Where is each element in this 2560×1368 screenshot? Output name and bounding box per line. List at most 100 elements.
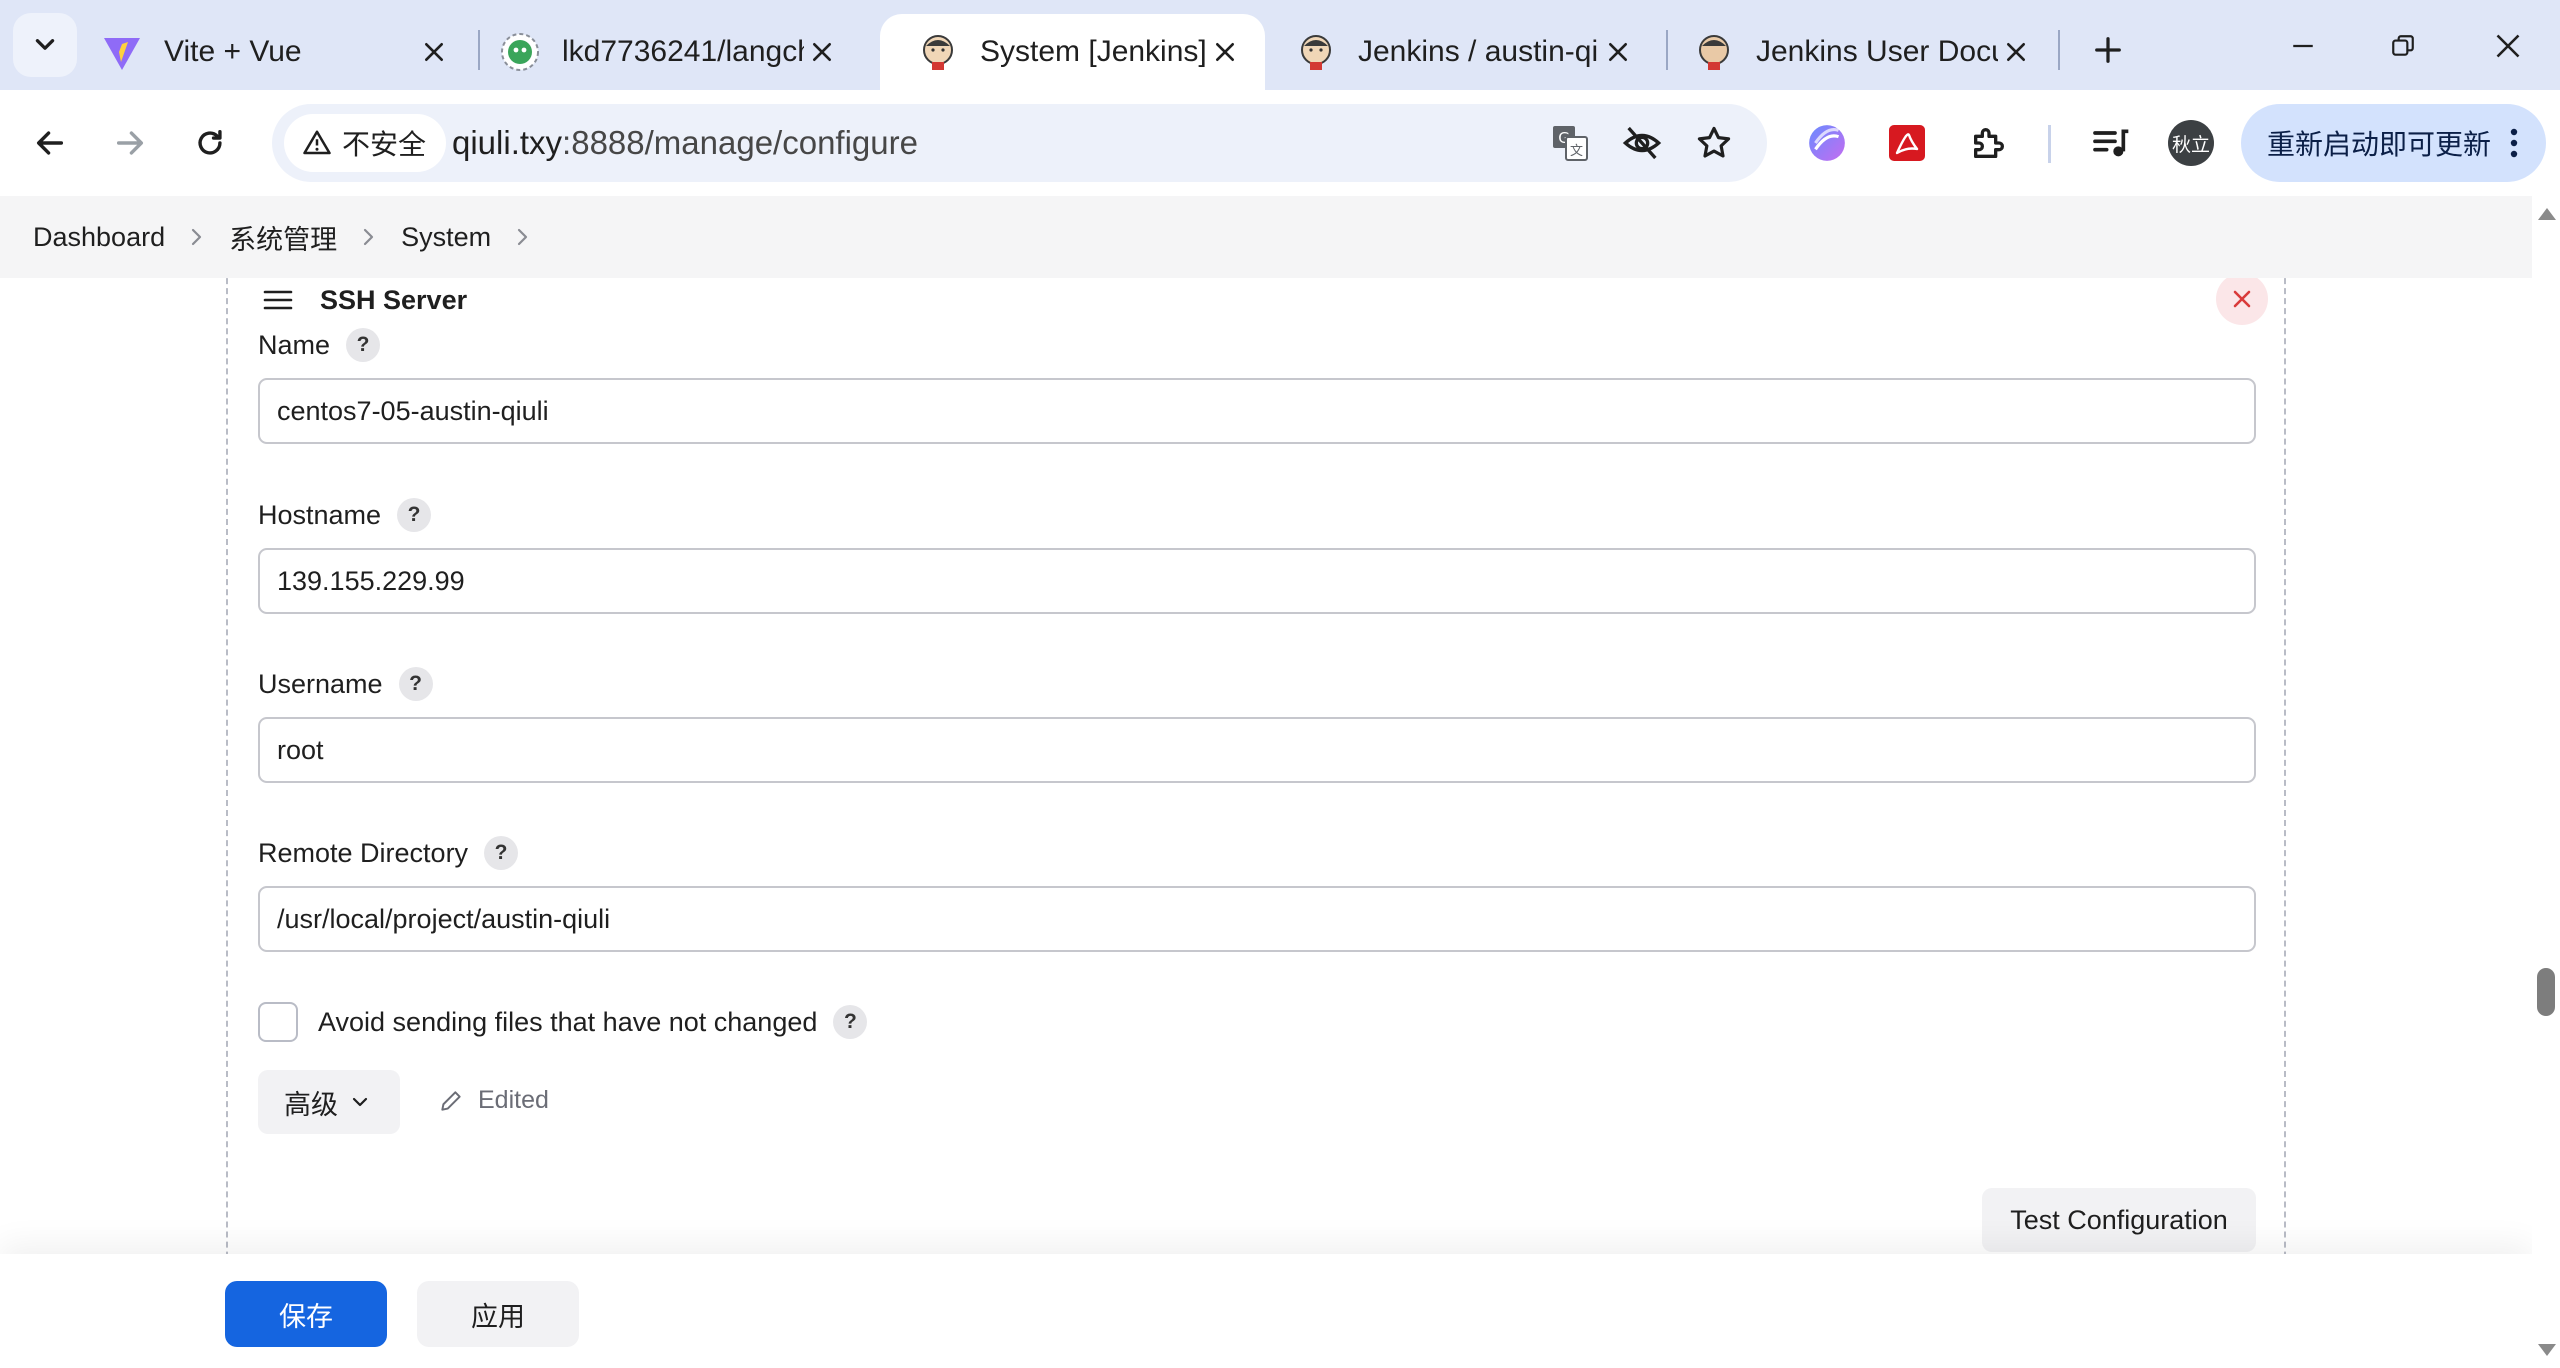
avoid-sending-checkbox[interactable] xyxy=(258,1002,298,1042)
address-bar[interactable]: 不安全 qiuli.txy:8888/manage/configure G文 xyxy=(272,104,1767,182)
eye-off-icon xyxy=(1622,126,1662,160)
ssh-server-title: SSH Server xyxy=(320,284,468,315)
scroll-down-arrow-icon[interactable] xyxy=(2538,1344,2556,1356)
reload-button[interactable] xyxy=(182,115,238,171)
avoid-sending-label[interactable]: Avoid sending files that have not change… xyxy=(318,1007,817,1038)
svg-text:文: 文 xyxy=(1570,144,1583,159)
extension-gradient-button[interactable] xyxy=(1801,117,1853,169)
restore-button[interactable] xyxy=(2373,18,2433,74)
tab-separator xyxy=(2058,30,2060,70)
tab-jenkins-austin[interactable]: Jenkins / austin-qiuli xyxy=(1258,14,1658,90)
jenkins-icon xyxy=(923,35,953,70)
arrow-left-icon xyxy=(36,131,64,155)
close-icon xyxy=(2496,34,2520,58)
help-icon[interactable]: ? xyxy=(346,328,381,362)
update-label: 重新启动即可更新 xyxy=(2267,129,2492,160)
menu-kebab-icon[interactable] xyxy=(2496,125,2532,161)
username-label-text: Username xyxy=(258,668,383,699)
vite-icon xyxy=(104,38,140,70)
help-icon[interactable]: ? xyxy=(833,1005,868,1039)
bookmark-button[interactable] xyxy=(1690,119,1738,167)
restart-update-button[interactable]: 重新启动即可更新 xyxy=(2241,104,2546,182)
form-action-bar: 保存 应用 xyxy=(0,1254,2532,1368)
reload-icon xyxy=(198,129,222,155)
tracking-protection-button[interactable] xyxy=(1618,119,1666,167)
tab-vite-vue[interactable]: Vite + Vue xyxy=(64,14,474,90)
test-configuration-button[interactable]: Test Configuration xyxy=(1982,1188,2256,1252)
page-scrollbar[interactable] xyxy=(2532,196,2560,1368)
tab-title: System [Jenkins] xyxy=(980,35,1207,68)
ssh-server-header: SSH Server xyxy=(258,280,467,320)
hostname-label-text: Hostname xyxy=(258,499,382,530)
username-label: Username ? xyxy=(258,667,433,701)
puzzle-icon xyxy=(1974,128,2004,158)
close-icon[interactable] xyxy=(416,34,452,70)
minimize-button[interactable] xyxy=(2273,18,2333,74)
close-icon xyxy=(2233,290,2251,308)
breadcrumb: Dashboard 系统管理 System xyxy=(0,196,2532,278)
tab-system-jenkins[interactable]: System [Jenkins] xyxy=(880,14,1265,90)
advanced-label: 高级 xyxy=(284,1089,338,1120)
name-label-text: Name xyxy=(258,329,331,360)
jenkins-icon xyxy=(1301,35,1331,70)
plus-icon xyxy=(2095,37,2121,63)
close-window-button[interactable] xyxy=(2478,18,2538,74)
pdf-icon xyxy=(1889,125,1925,161)
back-button[interactable] xyxy=(22,115,78,171)
remote-directory-label-text: Remote Directory xyxy=(258,837,469,868)
browser-tab-strip: Vite + Vue lkd7736241/langchain System [… xyxy=(0,0,2560,90)
tab-title: Jenkins / austin-qiuli xyxy=(1358,35,1600,68)
chevron-right-icon[interactable] xyxy=(515,227,531,247)
apply-button[interactable]: 应用 xyxy=(417,1281,579,1347)
tab-github-langchain[interactable]: lkd7736241/langchain xyxy=(462,14,862,90)
chevron-right-icon xyxy=(189,227,205,247)
breadcrumb-dashboard[interactable]: Dashboard xyxy=(33,222,165,253)
browser-toolbar: 不安全 qiuli.txy:8888/manage/configure G文 秋… xyxy=(0,90,2560,196)
tab-title: Jenkins User Documentation xyxy=(1756,35,1998,68)
profile-avatar[interactable]: 秋立 xyxy=(2168,120,2214,166)
remote-directory-input[interactable] xyxy=(258,886,2256,952)
help-icon[interactable]: ? xyxy=(398,667,433,701)
close-icon[interactable] xyxy=(1207,34,1243,70)
restore-icon xyxy=(2392,35,2414,56)
url-text[interactable]: qiuli.txy:8888/manage/configure xyxy=(452,104,918,182)
url-host: qiuli.txy xyxy=(452,124,563,161)
close-icon[interactable] xyxy=(1600,34,1636,70)
toolbar-separator xyxy=(2048,125,2051,163)
scroll-up-arrow-icon[interactable] xyxy=(2538,208,2556,220)
extensions-button[interactable] xyxy=(1963,117,2015,169)
name-label: Name ? xyxy=(258,328,381,362)
edited-indicator: Edited xyxy=(438,1086,549,1115)
pdf-extension-button[interactable] xyxy=(1881,117,1933,169)
forward-button[interactable] xyxy=(102,115,158,171)
remote-directory-label: Remote Directory ? xyxy=(258,836,519,870)
arrow-right-icon xyxy=(116,131,144,155)
media-controls-button[interactable] xyxy=(2084,117,2136,169)
hostname-input[interactable] xyxy=(258,548,2256,614)
breadcrumb-manage[interactable]: 系统管理 xyxy=(229,218,337,257)
jenkins-doc-icon xyxy=(1699,35,1729,70)
pencil-icon xyxy=(441,1090,461,1111)
close-icon[interactable] xyxy=(1998,34,2034,70)
tab-title: Vite + Vue xyxy=(164,35,302,68)
scroll-thumb[interactable] xyxy=(2537,968,2555,1016)
save-button[interactable]: 保存 xyxy=(225,1281,387,1347)
sparkle-extension-icon xyxy=(1809,125,1845,161)
new-tab-button[interactable] xyxy=(2080,22,2136,78)
security-chip[interactable]: 不安全 xyxy=(284,114,447,172)
help-icon[interactable]: ? xyxy=(397,498,432,532)
name-input[interactable] xyxy=(258,378,2256,444)
help-icon[interactable]: ? xyxy=(484,836,519,870)
github-icon xyxy=(501,33,539,71)
translate-button[interactable]: G文 xyxy=(1546,119,1594,167)
avoid-sending-row: Avoid sending files that have not change… xyxy=(258,1002,868,1042)
username-input[interactable] xyxy=(258,717,2256,783)
drag-handle-icon[interactable] xyxy=(258,280,298,320)
warning-icon xyxy=(303,130,331,155)
breadcrumb-system[interactable]: System xyxy=(401,222,491,253)
tab-jenkins-docs[interactable]: Jenkins User Documentation xyxy=(1656,14,2056,90)
close-icon[interactable] xyxy=(804,34,840,70)
delete-server-button[interactable] xyxy=(2216,278,2268,325)
advanced-button[interactable]: 高级 xyxy=(258,1070,400,1134)
chevron-right-icon xyxy=(361,227,377,247)
